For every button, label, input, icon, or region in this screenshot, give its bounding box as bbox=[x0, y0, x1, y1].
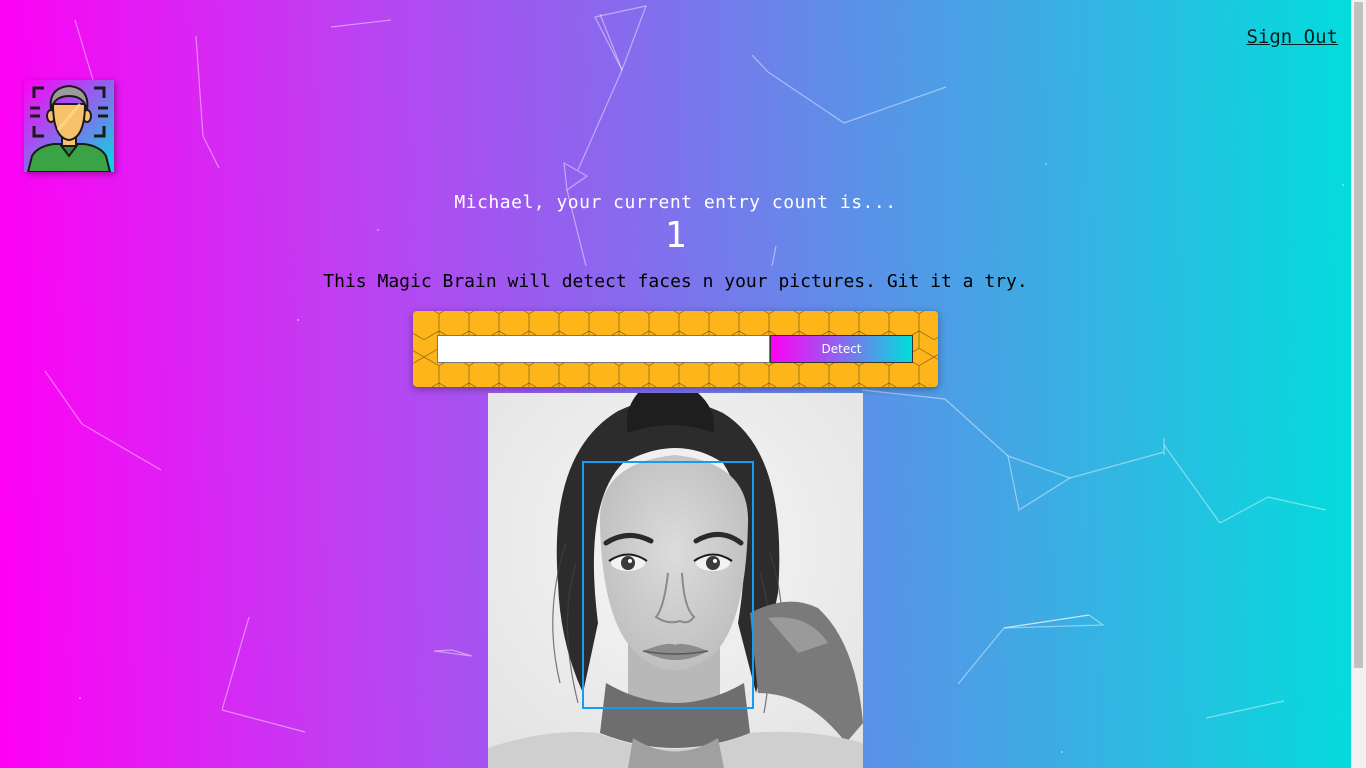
entry-count-message: Michael, your current entry count is... bbox=[454, 192, 897, 213]
logo[interactable] bbox=[24, 80, 114, 172]
scrollbar-thumb[interactable] bbox=[1354, 2, 1363, 668]
entry-rank: Michael, your current entry count is... … bbox=[0, 190, 1351, 256]
intro-text: This Magic Brain will detect faces n you… bbox=[323, 271, 1028, 292]
image-link-form: Detect bbox=[413, 311, 938, 387]
result-image bbox=[488, 393, 863, 768]
detect-button[interactable]: Detect bbox=[770, 335, 913, 363]
entry-count-value: 1 bbox=[664, 215, 687, 256]
image-url-input[interactable] bbox=[437, 335, 770, 363]
top-nav: Sign Out bbox=[1246, 26, 1338, 48]
face-bounding-box bbox=[582, 461, 754, 709]
sign-out-link[interactable]: Sign Out bbox=[1246, 26, 1338, 48]
face-recognition-icon bbox=[26, 84, 112, 172]
scrollbar[interactable] bbox=[1351, 0, 1366, 768]
